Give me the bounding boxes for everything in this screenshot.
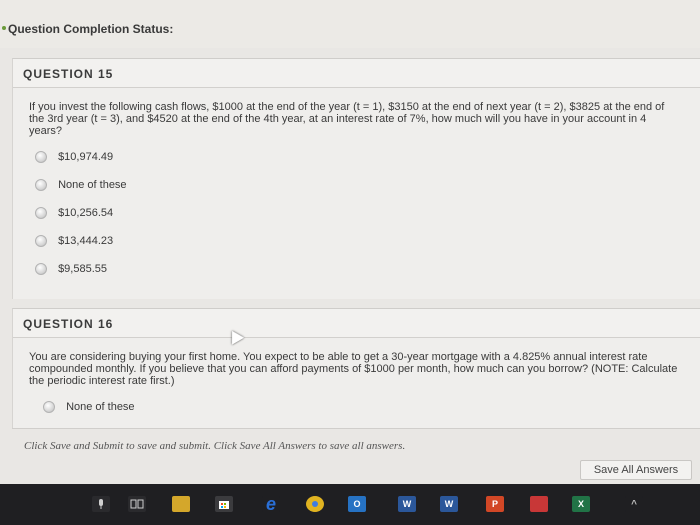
outlook-icon[interactable]: O: [348, 496, 366, 512]
footer-divider: [12, 428, 700, 429]
question-15-card: QUESTION 15 If you invest the following …: [12, 58, 700, 299]
q15-option-5-label: $9,585.55: [58, 263, 107, 276]
q15-option-5[interactable]: $9,585.55: [35, 263, 107, 277]
radio-button[interactable]: [43, 401, 55, 414]
status-dot-icon: [2, 26, 6, 30]
q15-option-2[interactable]: None of these: [35, 179, 127, 193]
q15-option-1[interactable]: $10,974.49: [35, 151, 113, 165]
radio-button[interactable]: [35, 235, 47, 248]
radio-button[interactable]: [35, 151, 47, 164]
q15-option-3-label: $10,256.54: [58, 207, 114, 220]
microphone-icon[interactable]: [92, 496, 110, 512]
radio-button[interactable]: [35, 207, 47, 220]
radio-button[interactable]: [35, 263, 47, 276]
powerpoint-icon[interactable]: P: [486, 496, 504, 512]
question-16-header: [13, 309, 700, 338]
word-icon-2[interactable]: W: [440, 496, 458, 512]
question-16-text: You are considering buying your first ho…: [29, 351, 678, 387]
question-15-header: [13, 59, 700, 88]
store-icon[interactable]: [215, 496, 233, 512]
q15-option-2-label: None of these: [58, 179, 127, 192]
save-instructions: Click Save and Submit to save and submit…: [24, 440, 406, 452]
word-icon[interactable]: W: [398, 496, 416, 512]
q15-option-3[interactable]: $10,256.54: [35, 207, 113, 221]
chevron-up-icon[interactable]: ^: [625, 496, 643, 512]
q15-option-4[interactable]: $13,444.23: [35, 235, 113, 249]
q15-option-4-label: $13,444.23: [58, 235, 114, 248]
task-view-icon[interactable]: [128, 496, 146, 512]
question-16-title: QUESTION 16: [23, 317, 114, 331]
question-15-text: If you invest the following cash flows, …: [29, 101, 665, 137]
question-15-title: QUESTION 15: [23, 67, 114, 81]
app-icon[interactable]: [530, 496, 548, 512]
edge-icon[interactable]: e: [262, 494, 280, 514]
question-16-card: QUESTION 16 You are considering buying y…: [12, 308, 700, 429]
q16-option-1[interactable]: None of these: [43, 401, 135, 415]
chrome-icon[interactable]: [306, 496, 324, 512]
save-all-answers-button[interactable]: Save All Answers: [580, 460, 692, 480]
q16-option-1-label: None of these: [66, 401, 135, 414]
q15-option-1-label: $10,974.49: [58, 151, 114, 164]
status-bar: Question Completion Status:: [0, 0, 700, 48]
excel-icon[interactable]: X: [572, 496, 590, 512]
radio-button[interactable]: [35, 179, 47, 192]
file-explorer-icon[interactable]: [172, 496, 190, 512]
question-completion-status: Question Completion Status:: [8, 22, 174, 36]
